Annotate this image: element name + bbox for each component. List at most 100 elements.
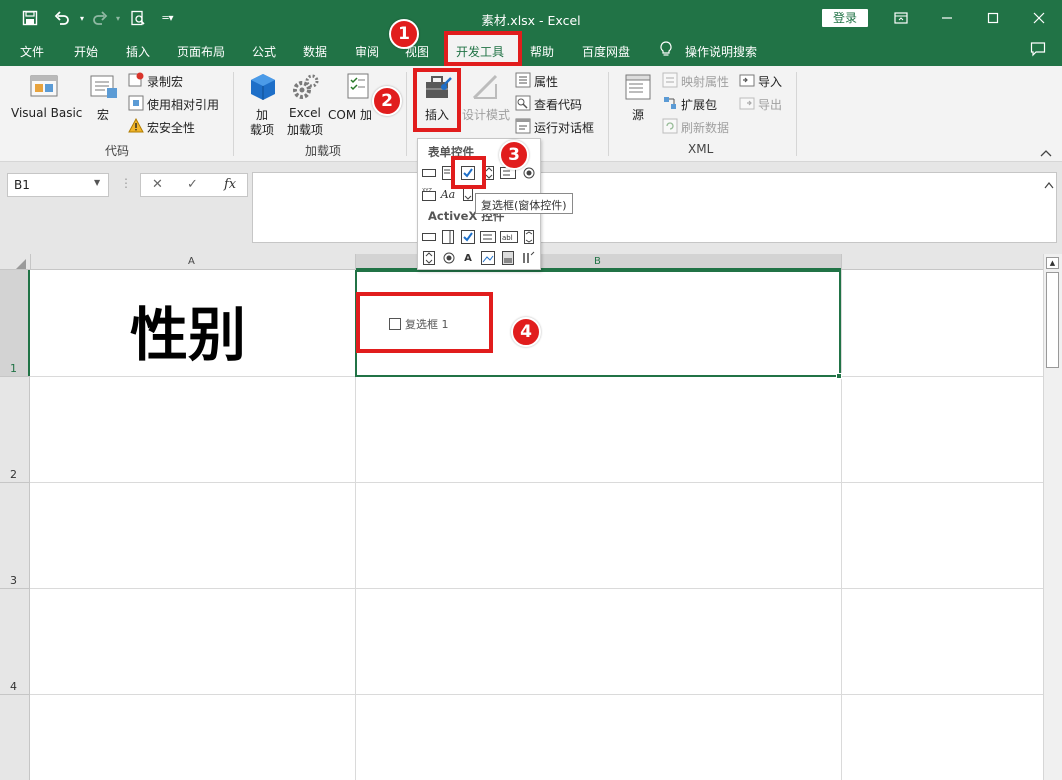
activex-text-box-icon[interactable]: abl bbox=[500, 229, 518, 245]
tab-review[interactable]: 审阅 bbox=[355, 43, 379, 60]
record-macro-icon bbox=[128, 72, 144, 91]
button-control-icon[interactable] bbox=[421, 165, 437, 181]
column-header-b[interactable]: B bbox=[594, 256, 601, 267]
lightbulb-icon bbox=[659, 41, 673, 60]
step-badge-3: 3 bbox=[499, 140, 529, 170]
run-dialog-icon bbox=[515, 118, 531, 137]
insert-function-icon[interactable]: fx bbox=[224, 177, 236, 192]
macros-button[interactable]: 宏 bbox=[97, 106, 109, 123]
ribbon-separator bbox=[608, 72, 609, 156]
xml-source-button[interactable]: 源 bbox=[632, 106, 644, 123]
com-addins-button[interactable]: COM 加 bbox=[328, 106, 372, 123]
more-controls-icon[interactable] bbox=[520, 250, 536, 266]
properties-button[interactable]: 属性 bbox=[534, 73, 558, 90]
fill-handle[interactable] bbox=[836, 373, 842, 379]
name-box-dropdown-icon[interactable]: ▼ bbox=[94, 178, 100, 187]
enter-icon[interactable]: ✓ bbox=[187, 177, 198, 192]
warning-icon bbox=[128, 117, 144, 137]
gridline bbox=[30, 588, 1043, 589]
addins-button-line2[interactable]: 载项 bbox=[250, 121, 274, 138]
refresh-data-button[interactable]: 刷新数据 bbox=[681, 119, 729, 136]
tab-file[interactable]: 文件 bbox=[20, 43, 44, 60]
tab-data[interactable]: 数据 bbox=[303, 43, 327, 60]
run-dialog-button[interactable]: 运行对话框 bbox=[534, 119, 594, 136]
record-macro-button[interactable]: 录制宏 bbox=[147, 73, 183, 90]
ribbon-separator bbox=[233, 72, 234, 156]
row-header-1[interactable]: 1 bbox=[10, 362, 17, 375]
insert-button-highlight bbox=[413, 68, 461, 132]
tab-page-layout[interactable]: 页面布局 bbox=[177, 43, 225, 60]
import-icon bbox=[739, 72, 755, 91]
visual-basic-button[interactable]: Visual Basic bbox=[11, 106, 82, 120]
row-border bbox=[0, 376, 30, 377]
minimize-icon[interactable] bbox=[924, 0, 970, 36]
expansion-packs-icon bbox=[662, 95, 678, 114]
checkbox-placement-highlight bbox=[356, 292, 493, 353]
macro-security-button[interactable]: 宏安全性 bbox=[147, 119, 195, 136]
activex-label-icon[interactable]: A bbox=[460, 250, 476, 266]
properties-icon bbox=[515, 72, 531, 91]
close-icon[interactable] bbox=[1016, 0, 1062, 36]
gridline bbox=[841, 270, 842, 780]
export-button[interactable]: 导出 bbox=[758, 96, 782, 113]
excel-addins-button[interactable]: Excel bbox=[289, 106, 321, 120]
cancel-icon[interactable]: ✕ bbox=[152, 177, 163, 192]
column-header-a[interactable]: A bbox=[188, 256, 195, 267]
view-code-button[interactable]: 查看代码 bbox=[534, 96, 582, 113]
activex-option-button-icon[interactable] bbox=[441, 250, 457, 266]
activex-spin-button-icon[interactable] bbox=[421, 250, 437, 266]
visual-basic-icon bbox=[28, 72, 62, 105]
expansion-packs-button[interactable]: 扩展包 bbox=[681, 96, 717, 113]
expand-formula-bar-icon[interactable] bbox=[1044, 178, 1054, 192]
column-border bbox=[30, 254, 31, 270]
row-border bbox=[0, 694, 30, 695]
import-button[interactable]: 导入 bbox=[758, 73, 782, 90]
gear-icon bbox=[290, 72, 320, 105]
row-header-1-selected bbox=[0, 270, 30, 377]
relative-reference-icon bbox=[128, 95, 144, 114]
use-relative-reference-button[interactable]: 使用相对引用 bbox=[147, 96, 219, 113]
scroll-up-icon[interactable]: ▲ bbox=[1046, 257, 1059, 269]
formula-input[interactable] bbox=[252, 172, 1057, 243]
tab-formulas[interactable]: 公式 bbox=[252, 43, 276, 60]
refresh-data-icon bbox=[662, 118, 678, 137]
activex-scroll-bar-icon[interactable] bbox=[521, 229, 537, 245]
activex-toggle-button-icon[interactable] bbox=[500, 250, 516, 266]
tell-me-search[interactable]: 操作说明搜索 bbox=[685, 43, 757, 60]
gridline bbox=[30, 694, 1043, 695]
option-button-control-icon[interactable] bbox=[521, 165, 537, 181]
group-box-control-icon[interactable]: XYZ bbox=[421, 186, 437, 202]
tab-home[interactable]: 开始 bbox=[74, 43, 98, 60]
ribbon-display-options-icon[interactable] bbox=[878, 0, 924, 36]
row-header-3[interactable]: 3 bbox=[10, 574, 17, 587]
step-badge-1: 1 bbox=[389, 19, 419, 49]
view-code-icon bbox=[515, 95, 531, 114]
design-mode-button[interactable]: 设计模式 bbox=[462, 106, 510, 123]
scrollbar-thumb[interactable] bbox=[1046, 272, 1059, 368]
activex-image-icon[interactable] bbox=[480, 250, 496, 266]
tab-insert[interactable]: 插入 bbox=[126, 43, 150, 60]
maximize-icon[interactable] bbox=[970, 0, 1016, 36]
activex-list-box-icon[interactable] bbox=[480, 229, 496, 245]
activex-combo-box-icon[interactable] bbox=[440, 229, 456, 245]
checkbox-tooltip: 复选框(窗体控件) bbox=[475, 193, 573, 214]
row-border bbox=[0, 588, 30, 589]
collapse-ribbon-icon[interactable] bbox=[1040, 146, 1052, 160]
export-icon bbox=[739, 95, 755, 114]
row-header-4[interactable]: 4 bbox=[10, 680, 17, 693]
cell-a1[interactable]: 性别 bbox=[130, 288, 246, 372]
comments-icon[interactable] bbox=[1030, 41, 1046, 60]
tab-help[interactable]: 帮助 bbox=[530, 43, 554, 60]
activex-checkbox-icon[interactable] bbox=[460, 229, 476, 245]
xml-source-icon bbox=[623, 72, 653, 105]
tab-developer[interactable]: 开发工具 bbox=[456, 43, 504, 60]
map-properties-button[interactable]: 映射属性 bbox=[681, 73, 729, 90]
excel-addins-button-line2[interactable]: 加载项 bbox=[287, 121, 323, 138]
design-mode-icon bbox=[470, 72, 500, 105]
login-button[interactable]: 登录 bbox=[822, 9, 868, 27]
activex-button-icon[interactable] bbox=[421, 229, 437, 245]
tab-baidu-netdisk[interactable]: 百度网盘 bbox=[582, 43, 630, 60]
addins-cube-icon bbox=[248, 72, 278, 105]
row-header-2[interactable]: 2 bbox=[10, 468, 17, 481]
checkbox-control-highlight bbox=[451, 156, 486, 189]
